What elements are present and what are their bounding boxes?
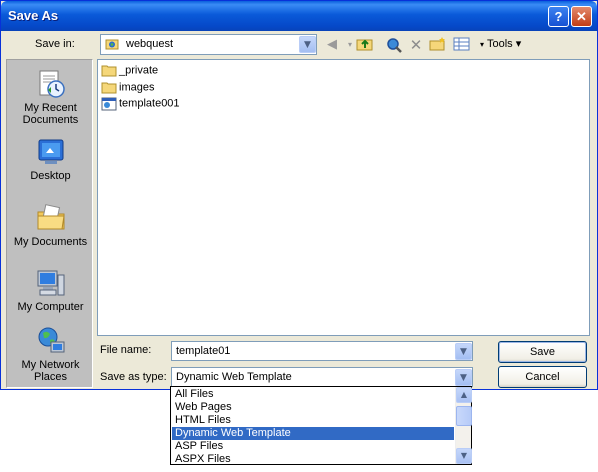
file-name: template001 <box>119 97 180 110</box>
file-type-dropdown[interactable]: All Files Web Pages HTML Files Dynamic W… <box>170 386 472 465</box>
save-button[interactable]: Save <box>498 341 587 363</box>
file-list[interactable]: _private images template001 <box>97 59 590 336</box>
save-as-type-label: Save as type: <box>100 371 167 383</box>
scroll-up-icon[interactable]: ▲ <box>456 387 472 403</box>
views-icon[interactable] <box>453 36 471 54</box>
save-as-type-select[interactable]: Dynamic Web Template ▼ <box>171 367 473 387</box>
place-my-documents[interactable]: My Documents <box>7 196 94 248</box>
recent-documents-icon <box>35 68 67 100</box>
help-button[interactable]: ? <box>548 6 569 27</box>
places-bar: My Recent Documents Desktop My Documents… <box>6 59 93 388</box>
list-item[interactable]: images <box>101 81 154 97</box>
place-label: Desktop <box>30 170 71 182</box>
place-label: My Documents <box>13 236 88 248</box>
file-name-label: File name: <box>100 344 152 356</box>
back-icon[interactable]: ◀ <box>323 36 341 54</box>
title-bar[interactable]: Save As ? ✕ <box>1 1 597 31</box>
network-places-icon <box>35 325 67 357</box>
web-template-icon <box>101 97 117 111</box>
location-value: webquest <box>126 38 174 50</box>
place-label: My Network Places <box>21 359 80 383</box>
cancel-button[interactable]: Cancel <box>498 366 587 388</box>
place-my-computer[interactable]: My Computer <box>7 261 94 313</box>
search-web-icon[interactable] <box>385 36 403 54</box>
scroll-down-icon[interactable]: ▼ <box>456 448 472 464</box>
dropdown-option[interactable]: ASP Files <box>172 440 454 453</box>
chevron-down-icon[interactable]: ▼ <box>455 343 472 360</box>
save-in-combo[interactable]: webquest ▼ <box>100 34 317 55</box>
new-folder-icon[interactable] <box>429 36 447 54</box>
file-name: _private <box>119 64 159 77</box>
place-recent-documents[interactable]: My Recent Documents <box>7 62 94 126</box>
dropdown-option-selected[interactable]: Dynamic Web Template <box>172 427 454 440</box>
save-in-label: Save in: <box>35 38 75 50</box>
my-computer-icon <box>35 267 67 299</box>
save-as-type-value: Dynamic Web Template <box>176 371 292 383</box>
close-button[interactable]: ✕ <box>571 6 592 27</box>
place-desktop[interactable]: Desktop <box>7 130 94 182</box>
web-folder-icon <box>105 37 119 51</box>
chevron-down-icon[interactable]: ▼ <box>299 36 316 53</box>
dropdown-option[interactable]: ASPX Files <box>172 453 454 466</box>
chevron-down-icon[interactable]: ▼ <box>455 369 472 386</box>
desktop-icon <box>35 136 67 168</box>
save-as-dialog: Save As ? ✕ Save in: webquest ▼ ◀ ▾ ✕ ▾ … <box>0 0 598 390</box>
file-name-value: template01 <box>176 345 231 357</box>
dropdown-option[interactable]: Web Pages <box>172 401 454 414</box>
list-item[interactable]: template001 <box>101 97 180 113</box>
place-label: My Recent Documents <box>22 102 79 126</box>
file-name: images <box>119 81 155 94</box>
scroll-thumb[interactable] <box>456 406 472 426</box>
tools-label: Tools <box>487 38 513 50</box>
folder-icon <box>101 64 117 77</box>
list-item[interactable]: _private <box>101 64 158 80</box>
file-name-field[interactable]: template01 ▼ <box>171 341 473 361</box>
dropdown-option[interactable]: All Files <box>172 388 454 401</box>
tools-menu[interactable]: Tools ▾ <box>487 37 521 50</box>
dialog-title: Save As <box>8 8 59 23</box>
dropdown-option[interactable]: HTML Files <box>172 414 454 427</box>
place-network-places[interactable]: My Network Places <box>7 319 94 383</box>
folder-icon <box>101 81 117 94</box>
up-folder-icon[interactable] <box>356 36 374 54</box>
dropdown-scrollbar[interactable]: ▲ ▼ <box>455 387 472 464</box>
my-documents-icon <box>35 202 67 234</box>
delete-icon[interactable]: ✕ <box>407 36 425 54</box>
place-label: My Computer <box>17 301 84 313</box>
